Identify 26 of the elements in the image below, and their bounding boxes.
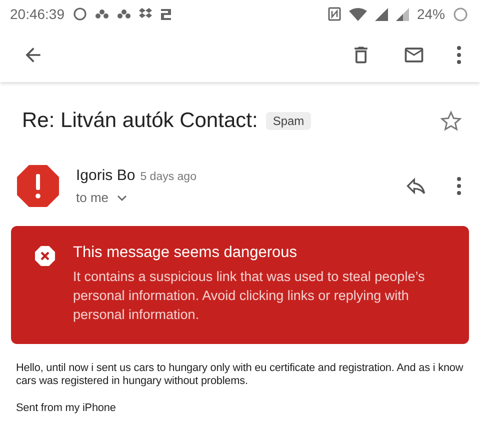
warning-title: This message seems dangerous	[73, 244, 298, 262]
app-icon	[160, 8, 172, 20]
email-date: 5 days ago	[140, 171, 196, 183]
cloud-app-icon	[94, 9, 108, 19]
cloud-app-icon	[116, 9, 130, 19]
warning-text: It contains a suspicious link that was used to steal people’s personal information. Avoid clicking links or replying with personal information.	[73, 268, 426, 324]
wifi-icon	[348, 8, 367, 20]
battery-percentage: 24%	[416, 6, 445, 22]
warning-avatar-icon	[16, 164, 60, 208]
box-app-icon	[138, 8, 152, 20]
email-subject: Re: Litván autók Contact:	[22, 109, 258, 133]
reply-icon	[404, 175, 428, 197]
signal-icon	[374, 8, 388, 20]
more-icon	[456, 45, 462, 65]
error-icon	[35, 246, 55, 266]
nfc-icon	[328, 7, 341, 21]
signal-icon	[396, 8, 409, 20]
spam-label: Spam	[266, 112, 312, 130]
email-body-text: Sent from my iPhone	[16, 402, 117, 415]
battery-icon	[453, 6, 468, 22]
more-icon	[456, 176, 462, 196]
sender-name: Igoris Bo	[76, 167, 136, 184]
recipient: to me	[76, 190, 109, 205]
chevron-down-icon[interactable]	[116, 194, 127, 200]
email-body-text: Hello, until now i sent us cars to hungary only with eu certificate and registration. And as i know cars was registered in hungary without problems.	[16, 362, 464, 388]
status-time: 20:46:39	[10, 6, 64, 22]
